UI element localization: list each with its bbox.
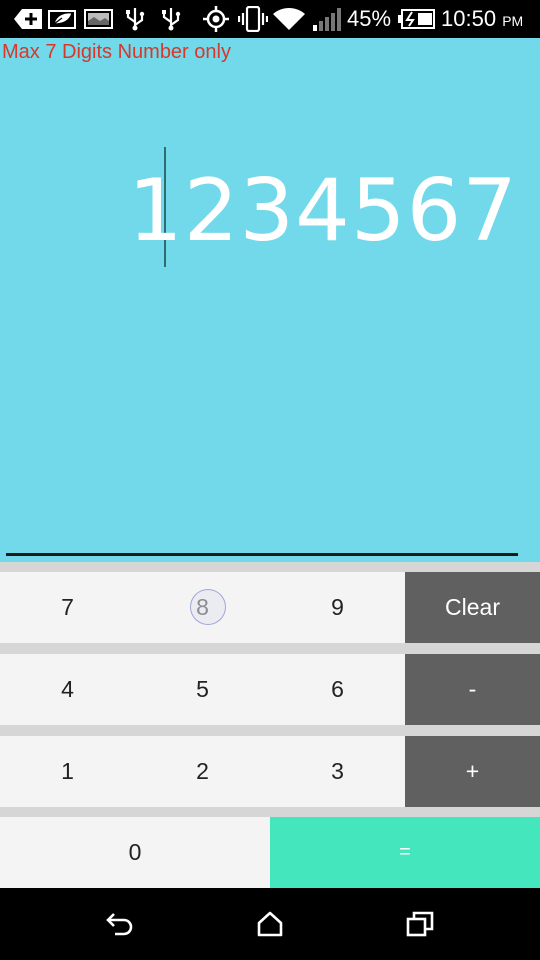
max-digits-hint: Max 7 Digits Number only: [2, 41, 231, 63]
keypad: 7 8 9 Clear 4 5 6 - 1 2 3 + 0 =: [0, 562, 540, 888]
vibrate-icon: [238, 6, 268, 32]
back-icon[interactable]: [96, 900, 144, 948]
key-2[interactable]: 2: [135, 736, 270, 807]
minus-button[interactable]: -: [405, 654, 540, 725]
key-8-label: 8: [196, 594, 209, 620]
key-1[interactable]: 1: [0, 736, 135, 807]
calculator-display[interactable]: Max 7 Digits Number only 1234567: [0, 38, 540, 562]
signal-icon: [312, 7, 342, 31]
clock: 10:50 PM: [441, 6, 523, 34]
usb-icon: [122, 7, 148, 31]
input-underline: [6, 553, 518, 556]
battery-percent: 45%: [347, 6, 392, 31]
navigation-bar: [0, 888, 540, 960]
key-9[interactable]: 9: [270, 572, 405, 643]
display-value[interactable]: 1234567: [128, 166, 518, 256]
add-notification-icon: [14, 7, 42, 31]
key-8[interactable]: 8: [135, 572, 270, 643]
clock-ampm: PM: [502, 13, 524, 29]
plus-button[interactable]: +: [405, 736, 540, 807]
equals-button[interactable]: =: [270, 817, 540, 888]
key-6[interactable]: 6: [270, 654, 405, 725]
battery-charging-icon: [398, 7, 436, 31]
image-icon: [84, 7, 114, 31]
usb-icon: [158, 7, 184, 31]
home-icon[interactable]: [246, 900, 294, 948]
gps-icon: [202, 6, 230, 32]
key-7[interactable]: 7: [0, 572, 135, 643]
key-3[interactable]: 3: [270, 736, 405, 807]
wifi-icon: [272, 7, 306, 31]
key-4[interactable]: 4: [0, 654, 135, 725]
clock-time: 10:50: [441, 6, 497, 31]
leaf-icon: [48, 7, 78, 31]
recents-icon[interactable]: [396, 900, 444, 948]
key-5[interactable]: 5: [135, 654, 270, 725]
status-bar: 45% 10:50 PM: [0, 0, 540, 38]
clear-button[interactable]: Clear: [405, 572, 540, 643]
key-0[interactable]: 0: [0, 817, 270, 888]
